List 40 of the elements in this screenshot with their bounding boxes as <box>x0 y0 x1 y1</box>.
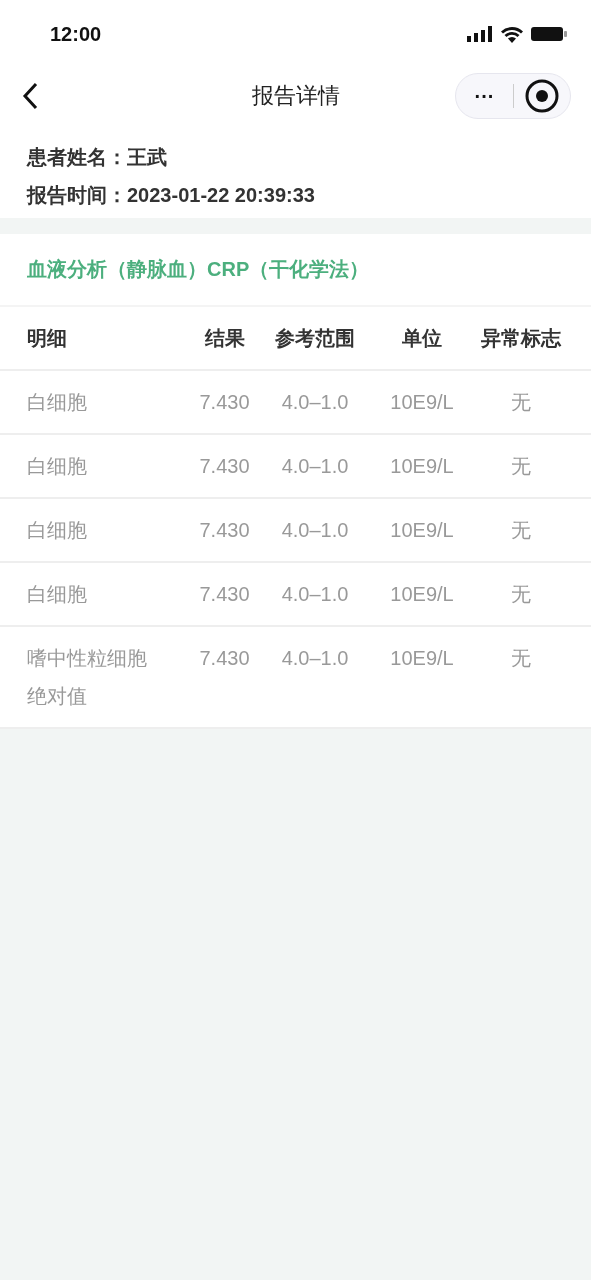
table-cell: 无 <box>510 647 531 669</box>
info-line: 报告时间：2023-01-22 20:39:33 <box>27 183 316 208</box>
column-header: 异常标志 <box>480 327 561 349</box>
table-cell: 无 <box>510 519 531 541</box>
table-cell: 无 <box>510 391 531 413</box>
column-header: 单位 <box>402 327 442 349</box>
section-title: 血液分析（静脉血）CRP（干化学法） <box>0 234 591 307</box>
battery-icon <box>531 26 567 42</box>
table-cell: 4.0–1.0 <box>281 391 349 413</box>
status-time: 12:00 <box>50 22 102 46</box>
table-cell: 10E9/L <box>390 391 454 413</box>
wifi-icon <box>501 25 523 43</box>
more-button[interactable]: ··· <box>456 84 513 108</box>
table-cell: 7.430 <box>199 391 250 413</box>
page-title: 报告详情 <box>251 83 340 108</box>
table-cell: 10E9/L <box>390 647 454 669</box>
table-cell: 无 <box>510 583 531 605</box>
table-cell: 4.0–1.0 <box>281 455 349 477</box>
back-icon[interactable] <box>20 81 40 111</box>
table-cell: 无 <box>510 455 531 477</box>
table-cell: 4.0–1.0 <box>281 519 349 541</box>
table-cell: 7.430 <box>199 455 250 477</box>
table-cell: 4.0–1.0 <box>281 583 349 605</box>
table-cell-text: 白细胞 <box>27 390 87 415</box>
table-cell: 4.0–1.0 <box>281 647 349 669</box>
table-cell-text: 白细胞 <box>27 454 87 479</box>
table-cell: 10E9/L <box>390 519 454 541</box>
column-header: 明细 <box>27 326 67 351</box>
column-header: 参考范围 <box>275 327 355 349</box>
table-cell: 10E9/L <box>390 455 454 477</box>
table-cell-text: 嗜中性粒细胞绝对值 <box>27 646 148 709</box>
table-cell: 10E9/L <box>390 583 454 605</box>
table-cell: 7.430 <box>199 583 250 605</box>
table-cell-text: 白细胞 <box>27 518 87 543</box>
table-cell: 7.430 <box>199 519 250 541</box>
signal-icon <box>467 26 493 42</box>
table-cell-text: 白细胞 <box>27 582 87 607</box>
column-header: 结果 <box>204 327 245 349</box>
table-cell: 7.430 <box>199 647 250 669</box>
info-line: 患者姓名：王武 <box>27 145 168 170</box>
